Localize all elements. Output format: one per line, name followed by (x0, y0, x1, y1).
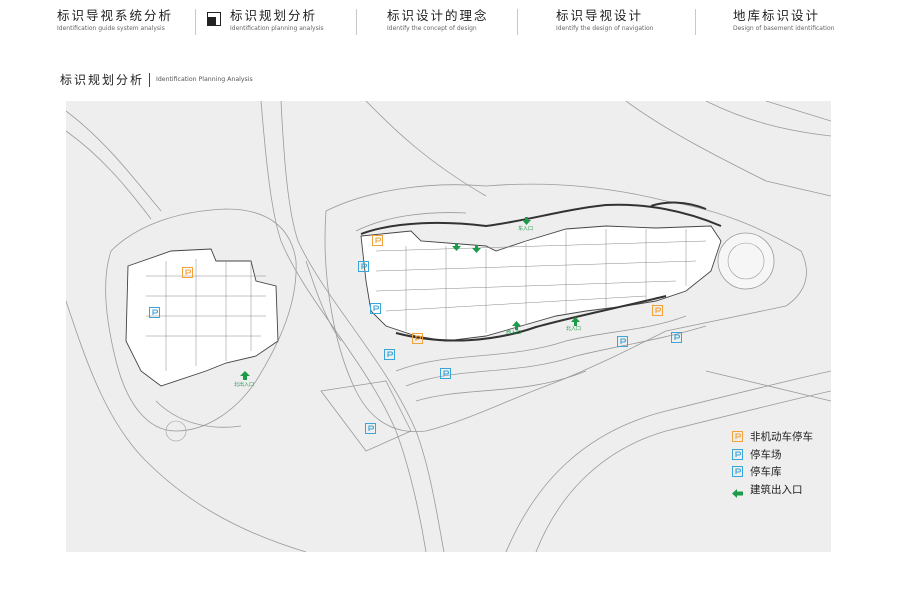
active-tab-marker-icon (207, 12, 221, 26)
bicycle-parking-marker[interactable] (372, 231, 383, 250)
parking-lot-marker[interactable] (440, 364, 451, 383)
nav-tab-subtitle: Identify the design of navigation (556, 25, 654, 32)
parking-lot-marker[interactable] (149, 303, 160, 322)
nav-tab-system-analysis[interactable]: 标识导视系统分析 Identification guide system ana… (57, 8, 173, 38)
bicycle-parking-icon (732, 431, 743, 443)
nav-tab-title: 标识设计的理念 (387, 8, 489, 23)
entrance-label-north: 北出入口 (234, 382, 255, 388)
section-subtitle: Identification Planning Analysis (156, 76, 253, 83)
legend-label: 停车库 (750, 466, 782, 479)
nav-tab-title: 标识规划分析 (230, 8, 318, 23)
nav-tab-planning-analysis[interactable]: 标识规划分析 Identification planning analysis (230, 8, 323, 38)
nav-tab-navigation-design[interactable]: 标识导视设计 Identify the design of navigation (556, 8, 654, 38)
parking-lot-marker[interactable] (671, 328, 682, 347)
parking-lot-marker[interactable] (617, 332, 628, 351)
parking-lot-icon (732, 448, 743, 460)
site-plan-map: 北出入口 东入口 西入口 北入口 (66, 101, 831, 552)
heading-divider (149, 72, 151, 87)
entrance-label-east: 东入口 (518, 226, 534, 232)
parking-garage-icon (732, 466, 743, 478)
legend-item-entrance: 建筑出入口 (732, 481, 832, 499)
nav-divider (695, 9, 696, 35)
parking-lot-marker[interactable] (384, 345, 395, 364)
map-legend: 非机动车停车 停车场 停车库 建筑出入口 (732, 428, 832, 498)
section-heading: 标识规划分析 Identification Planning Analysis (60, 71, 253, 88)
entrance-label-se: 北入口 (566, 326, 582, 332)
nav-tab-title: 标识导视设计 (556, 8, 644, 23)
nav-tab-subtitle: Identify the concept of design (387, 25, 477, 32)
legend-item-parking-garage: 停车库 (732, 463, 832, 481)
parking-lot-marker[interactable] (358, 257, 369, 276)
nav-divider (517, 9, 518, 35)
nav-divider (195, 9, 196, 35)
nav-tab-title: 标识导视系统分析 (57, 8, 174, 23)
bicycle-parking-marker[interactable] (182, 263, 193, 282)
marker-layer: 北出入口 东入口 西入口 北入口 (66, 101, 831, 552)
nav-tab-design-concept[interactable]: 标识设计的理念 Identify the concept of design (387, 8, 489, 38)
legend-item-parking-lot: 停车场 (732, 446, 832, 464)
bicycle-parking-marker[interactable] (652, 301, 663, 320)
parking-lot-marker[interactable] (370, 299, 381, 318)
nav-tab-title: 地库标识设计 (733, 8, 821, 23)
nav-tab-subtitle: Identification planning analysis (230, 25, 324, 32)
nav-divider (356, 9, 357, 35)
nav-tab-basement-design[interactable]: 地库标识设计 Design of basement identification (733, 8, 834, 38)
nav-tab-subtitle: Identification guide system analysis (57, 25, 165, 32)
top-navigation: 标识导视系统分析 Identification guide system ana… (0, 0, 900, 42)
legend-label: 建筑出入口 (750, 483, 803, 496)
nav-tab-subtitle: Design of basement identification (733, 25, 835, 32)
section-title: 标识规划分析 (60, 73, 145, 87)
entrance-label-sw: 西入口 (506, 330, 522, 336)
legend-label: 停车场 (750, 448, 782, 461)
entrance-arrow-icon (732, 484, 743, 498)
legend-item-bicycle-parking: 非机动车停车 (732, 428, 832, 446)
bicycle-parking-marker[interactable] (412, 329, 423, 348)
legend-label: 非机动车停车 (750, 431, 813, 444)
parking-lot-marker[interactable] (365, 419, 376, 438)
